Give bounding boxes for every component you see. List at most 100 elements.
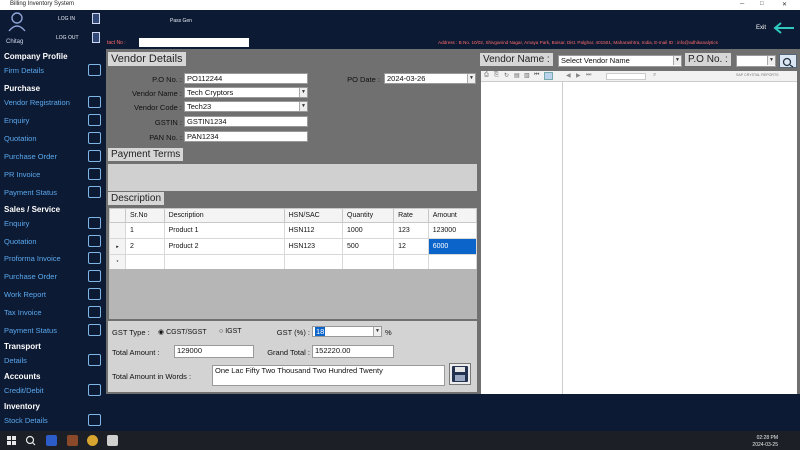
sidebar-item-proforma-invoice[interactable]: Proforma Invoice <box>4 254 61 263</box>
login-icon[interactable] <box>92 13 100 24</box>
print-icon[interactable]: ⎘ <box>494 72 499 79</box>
contact-field[interactable] <box>139 38 249 47</box>
table-row[interactable]: ▸ 2 Product 2 HSN123 500 12 6000 <box>109 238 478 255</box>
row-header[interactable] <box>109 222 126 239</box>
sidebar-item-transport-details[interactable]: Details <box>4 356 27 365</box>
word-app-icon[interactable] <box>46 435 57 446</box>
minimize-button[interactable]: ─ <box>740 1 744 7</box>
accounts-icon[interactable] <box>88 384 101 396</box>
report-vendor-dropdown-icon[interactable]: ▼ <box>673 56 681 65</box>
sidebar-item-purchase-quotation[interactable]: Quotation <box>4 134 37 143</box>
exit-button[interactable]: Exit <box>756 25 766 31</box>
vendor-card-icon[interactable] <box>88 96 101 108</box>
column-header-rate[interactable]: Rate <box>393 208 429 223</box>
quotation-icon[interactable] <box>88 132 101 144</box>
po-no-field[interactable]: PO112244 <box>184 73 308 84</box>
sidebar-item-pr-invoice[interactable]: PR Invoice <box>4 170 40 179</box>
column-header-amount[interactable]: Amount <box>427 208 478 223</box>
save-button[interactable] <box>449 363 471 385</box>
login-button[interactable]: LOG IN <box>58 16 75 22</box>
grand-total-field[interactable]: 152220.00 <box>312 345 394 358</box>
sales-enquiry-icon[interactable] <box>88 217 101 229</box>
pan-field[interactable]: PAN1234 <box>184 131 308 142</box>
column-header-quantity[interactable]: Quantity <box>342 208 395 223</box>
invoice-icon[interactable] <box>88 168 101 180</box>
table-cell[interactable]: 2 <box>125 238 165 255</box>
gst-percent-dropdown-icon[interactable]: ▼ <box>373 327 381 336</box>
amount-in-words-field[interactable]: One Lac Fifty Two Thousand Two Hundred T… <box>212 365 445 386</box>
proforma-icon[interactable] <box>88 252 101 264</box>
sidebar-item-stock-details[interactable]: Stock Details <box>4 416 48 425</box>
visual-studio-icon[interactable] <box>67 435 78 446</box>
report-po-dropdown-icon[interactable]: ▼ <box>767 56 775 65</box>
report-po-no-select[interactable]: ▼ <box>736 55 776 67</box>
enquiry-icon[interactable] <box>88 114 101 126</box>
report-vendor-select[interactable]: Select Vendor Name ▼ <box>558 55 682 67</box>
vendor-name-select[interactable]: Tech Cryptors ▼ <box>184 87 308 98</box>
prev-page-icon[interactable]: ◀ <box>566 72 571 79</box>
sales-payment-icon[interactable] <box>88 324 101 336</box>
toggle-params-icon[interactable]: ▥ <box>524 72 530 79</box>
sidebar-item-sales-purchase-order[interactable]: Purchase Order <box>4 272 57 281</box>
chrome-icon[interactable] <box>87 435 98 446</box>
table-cell[interactable]: 123000 <box>427 222 478 239</box>
export-icon[interactable]: ⎙ <box>484 72 489 79</box>
table-cell[interactable]: Product 2 <box>163 238 285 255</box>
gstin-field[interactable]: GSTIN1234 <box>184 116 308 127</box>
firm-icon[interactable] <box>88 64 101 76</box>
cgst-sgst-radio[interactable]: ◉ CGST/SGST <box>158 328 207 336</box>
truck-icon[interactable] <box>88 354 101 366</box>
po-date-picker[interactable]: 2024-03-26 ▼ <box>384 73 476 84</box>
column-header-sr-no[interactable]: Sr.No <box>125 208 165 223</box>
igst-radio[interactable]: ○ IGST <box>219 328 242 335</box>
date-dropdown-icon[interactable]: ▼ <box>467 74 475 83</box>
sidebar-item-credit-debit[interactable]: Credit/Debit <box>4 386 44 395</box>
stock-icon[interactable] <box>88 414 101 426</box>
table-cell[interactable]: 123 <box>393 222 429 239</box>
table-cell[interactable]: 1000 <box>342 222 395 239</box>
table-row[interactable]: 1 Product 1 HSN112 1000 123 123000 <box>109 222 478 239</box>
search-taskbar-icon[interactable] <box>25 435 36 446</box>
table-cell[interactable]: HSN112 <box>283 222 344 239</box>
next-page-icon[interactable]: ▶ <box>576 72 581 79</box>
sidebar-item-purchase-payment-status[interactable]: Payment Status <box>4 188 57 197</box>
first-page-icon[interactable]: ⏮ <box>534 72 539 79</box>
crystal-report-viewer[interactable]: ⎙ ⎘ ↻ ▤ ▥ ⏮ ◀ ▶ ⏭ ⌕ SAP CRYSTAL REPORTS <box>481 71 797 394</box>
column-header-description[interactable]: Description <box>163 208 285 223</box>
exit-arrow-icon[interactable] <box>772 22 796 34</box>
billing-app-icon[interactable] <box>107 435 118 446</box>
vendor-code-select[interactable]: Tech23 ▼ <box>184 101 308 112</box>
page-number-field[interactable] <box>606 73 646 80</box>
purchase-order-icon[interactable] <box>88 150 101 162</box>
sidebar-item-work-report[interactable]: Work Report <box>4 290 46 299</box>
refresh-icon[interactable]: ↻ <box>504 72 509 79</box>
sidebar-item-sales-enquiry[interactable]: Enquiry <box>4 219 29 228</box>
vendor-code-dropdown-icon[interactable]: ▼ <box>299 102 307 111</box>
sidebar-item-firm-details[interactable]: Firm Details <box>4 66 44 75</box>
tax-invoice-icon[interactable] <box>88 306 101 318</box>
sidebar-item-tax-invoice[interactable]: Tax Invoice <box>4 308 42 317</box>
windows-start-icon[interactable] <box>7 436 16 445</box>
search-button[interactable] <box>779 54 797 68</box>
sidebar-item-purchase-enquiry[interactable]: Enquiry <box>4 116 29 125</box>
zoom-icon[interactable]: ⌕ <box>653 72 656 79</box>
toggle-tree-icon[interactable]: ▤ <box>514 72 520 79</box>
gst-percent-select[interactable]: 18 ▼ <box>312 326 382 337</box>
current-row-indicator-icon[interactable]: ▸ <box>109 238 126 255</box>
table-cell[interactable]: HSN123 <box>283 238 344 255</box>
selected-table-cell[interactable]: 6000 <box>427 238 478 255</box>
report-group-tree[interactable] <box>481 82 563 394</box>
vendor-name-dropdown-icon[interactable]: ▼ <box>299 88 307 97</box>
sales-po-icon[interactable] <box>88 270 101 282</box>
total-amount-field[interactable]: 129000 <box>174 345 254 358</box>
payment-terms-area[interactable] <box>108 164 477 191</box>
last-page-icon[interactable]: ⏭ <box>586 72 591 79</box>
sidebar-item-vendor-registration[interactable]: Vendor Registration <box>4 98 70 107</box>
pass-gen-button[interactable]: Pass Gen <box>170 18 192 24</box>
close-window-button[interactable]: ✕ <box>782 1 787 8</box>
sidebar-item-purchase-order[interactable]: Purchase Order <box>4 152 57 161</box>
sidebar-item-sales-quotation[interactable]: Quotation <box>4 237 37 246</box>
table-cell[interactable]: 12 <box>393 238 429 255</box>
work-report-icon[interactable] <box>88 288 101 300</box>
payment-icon[interactable] <box>88 186 101 198</box>
